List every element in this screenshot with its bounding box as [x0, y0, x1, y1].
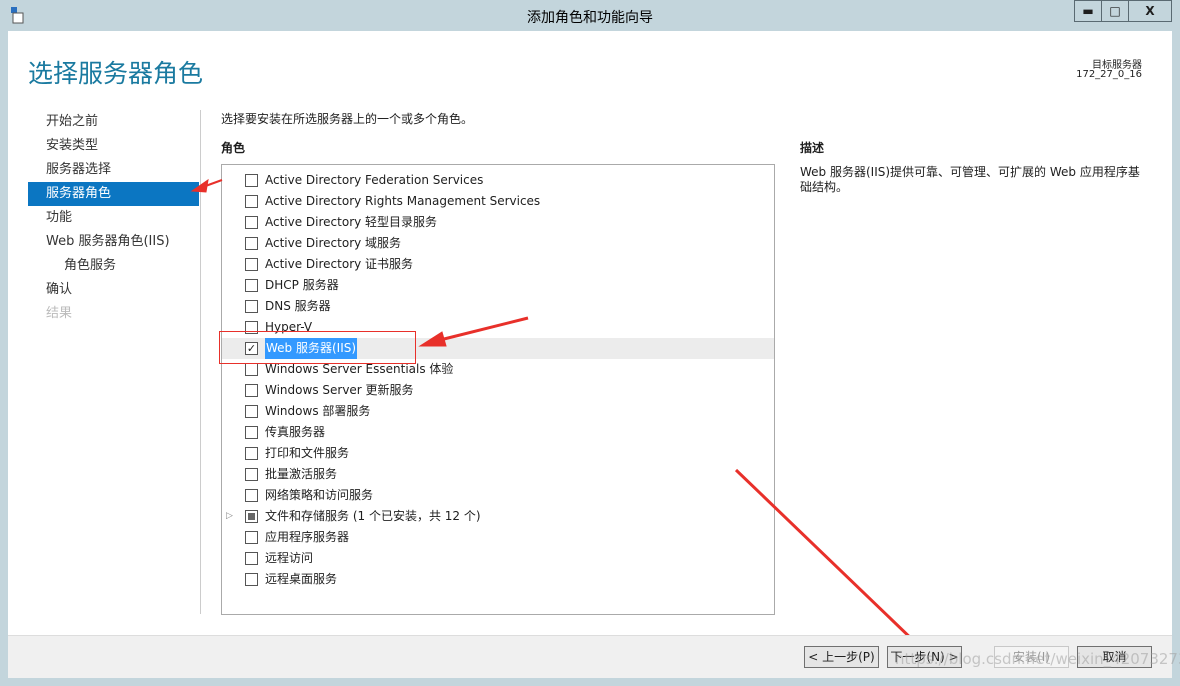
instruction-text: 选择要安装在所选服务器上的一个或多个角色。: [221, 112, 474, 126]
nav-item[interactable]: 服务器选择: [46, 158, 111, 182]
nav-item[interactable]: Web 服务器角色(IIS): [46, 230, 170, 254]
role-row[interactable]: Active Directory Federation Services: [222, 170, 774, 191]
role-checkbox[interactable]: [245, 258, 258, 271]
expand-icon[interactable]: ▷: [226, 506, 233, 527]
role-checkbox[interactable]: [245, 510, 258, 523]
role-checkbox[interactable]: [245, 300, 258, 313]
role-row[interactable]: Active Directory Rights Management Servi…: [222, 191, 774, 212]
role-row[interactable]: 远程桌面服务: [222, 569, 774, 590]
role-label: Windows 部署服务: [265, 404, 371, 418]
role-label: 应用程序服务器: [265, 530, 350, 544]
role-checkbox[interactable]: [245, 405, 258, 418]
role-label: Active Directory 域服务: [265, 236, 402, 250]
role-row[interactable]: 批量激活服务: [222, 464, 774, 485]
role-label: 批量激活服务: [265, 467, 338, 481]
role-checkbox[interactable]: [245, 573, 258, 586]
minimize-button[interactable]: ▬: [1074, 0, 1102, 22]
nav-item[interactable]: 功能: [46, 206, 72, 230]
role-row[interactable]: DHCP 服务器: [222, 275, 774, 296]
role-row[interactable]: DNS 服务器: [222, 296, 774, 317]
nav-item[interactable]: 开始之前: [46, 110, 98, 134]
title-bar: 添加角色和功能向导 ▬ □ X: [0, 0, 1180, 31]
nav-item[interactable]: 安装类型: [46, 134, 98, 158]
role-row[interactable]: 应用程序服务器: [222, 527, 774, 548]
role-checkbox[interactable]: [245, 531, 258, 544]
role-checkbox[interactable]: [245, 237, 258, 250]
role-label: 远程访问: [265, 551, 314, 565]
role-row[interactable]: 打印和文件服务: [222, 443, 774, 464]
close-button[interactable]: X: [1128, 0, 1172, 22]
role-checkbox[interactable]: [245, 384, 258, 397]
role-row[interactable]: 远程访问: [222, 548, 774, 569]
role-label: 打印和文件服务: [265, 446, 350, 460]
description-text: Web 服务器(IIS)提供可靠、可管理、可扩展的 Web 应用程序基础结构。: [800, 165, 1140, 194]
role-checkbox[interactable]: [245, 216, 258, 229]
watermark: https://blog.csdn.net/weixin_42073273: [895, 650, 1180, 668]
window-title: 添加角色和功能向导: [527, 10, 653, 26]
role-row[interactable]: Active Directory 域服务: [222, 233, 774, 254]
role-label: DNS 服务器: [265, 299, 331, 313]
maximize-button[interactable]: □: [1101, 0, 1129, 22]
role-label: Active Directory 轻型目录服务: [265, 215, 438, 229]
role-checkbox[interactable]: [245, 489, 258, 502]
role-checkbox[interactable]: [245, 552, 258, 565]
role-row[interactable]: ▷ 文件和存储服务 (1 个已安装，共 12 个): [222, 506, 774, 527]
role-label: 文件和存储服务 (1 个已安装，共 12 个): [265, 509, 481, 523]
role-label: Active Directory Federation Services: [265, 173, 484, 187]
role-row[interactable]: Active Directory 轻型目录服务: [222, 212, 774, 233]
role-label: 远程桌面服务: [265, 572, 338, 586]
role-label: Active Directory 证书服务: [265, 257, 414, 271]
role-checkbox[interactable]: [245, 363, 258, 376]
role-checkbox[interactable]: [245, 195, 258, 208]
role-checkbox[interactable]: [245, 447, 258, 460]
nav-item[interactable]: 确认: [46, 278, 72, 302]
highlight-box-annotation: [219, 331, 416, 364]
role-row[interactable]: Windows 部署服务: [222, 401, 774, 422]
roles-header: 角色: [221, 141, 246, 155]
role-label: DHCP 服务器: [265, 278, 339, 292]
role-checkbox[interactable]: [245, 426, 258, 439]
role-label: Active Directory Rights Management Servi…: [265, 194, 541, 208]
description-header: 描述: [800, 141, 825, 155]
nav-item: 结果: [46, 306, 73, 321]
role-row[interactable]: Active Directory 证书服务: [222, 254, 774, 275]
role-row[interactable]: 网络策略和访问服务: [222, 485, 774, 506]
role-label: 网络策略和访问服务: [265, 488, 374, 502]
role-label: 传真服务器: [265, 425, 326, 439]
divider: [200, 110, 201, 614]
role-checkbox[interactable]: [245, 174, 258, 187]
page-title: 选择服务器角色: [28, 59, 204, 88]
target-server-value: 172_27_0_16: [1076, 69, 1142, 80]
role-checkbox[interactable]: [245, 468, 258, 481]
previous-button[interactable]: < 上一步(P): [804, 646, 879, 668]
nav-item[interactable]: 角色服务: [64, 254, 116, 278]
role-label: Windows Server 更新服务: [265, 383, 414, 397]
role-row[interactable]: Windows Server 更新服务: [222, 380, 774, 401]
role-checkbox[interactable]: [245, 279, 258, 292]
nav-item[interactable]: 服务器角色: [28, 182, 199, 206]
role-row[interactable]: 传真服务器: [222, 422, 774, 443]
